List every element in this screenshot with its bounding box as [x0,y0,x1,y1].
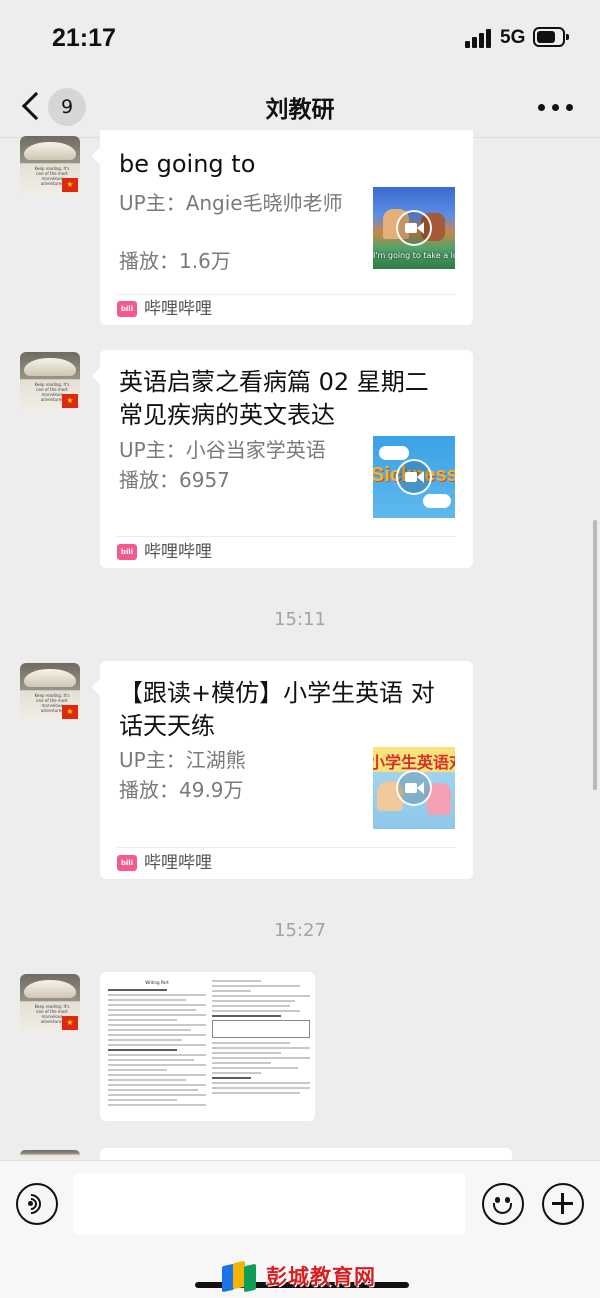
bilibili-icon: bili [117,301,137,317]
video-uploader: UP主：小谷当家学英语 [119,438,326,462]
network-type: 5G [500,27,526,48]
message-input[interactable] [73,1173,465,1235]
document-right-column [212,980,310,1097]
video-plays: 播放：49.9万 [119,778,244,802]
battery-level-fill [537,31,555,43]
video-play-icon [396,770,432,806]
document-heading: Writing Part [145,980,169,985]
video-play-icon [396,210,432,246]
card-divider [117,294,456,295]
sender-avatar[interactable] [20,1150,80,1160]
sender-avatar[interactable]: Keep reading. It's one of the most marve… [20,352,80,412]
watermark-text: 彭城教育网 [266,1265,376,1289]
video-card[interactable]: 英语启蒙之看病篇 02 星期二 常见疾病的英文表达 UP主：小谷当家学英语 播放… [100,350,473,568]
thumbnail-caption: I'm going to take a look [373,251,455,260]
video-plays: 播放：6957 [119,468,230,492]
chat-scrollbar[interactable] [593,520,597,790]
document-left-column: Writing Part [108,980,206,1109]
chat-title: 刘教研 [265,97,335,123]
source-label: 哔哩哔哩 [144,542,212,562]
video-title: 英语启蒙之看病篇 02 星期二 常见疾病的英文表达 [119,368,429,429]
video-play-icon [396,459,432,495]
sender-avatar[interactable]: Keep reading. It's one of the most marve… [20,974,80,1034]
watermark: 彭城教育网 [218,1253,388,1295]
plus-button[interactable] [542,1183,584,1225]
more-options-button[interactable] [538,102,574,114]
input-bar: 彭城教育网 [0,1160,600,1298]
sender-avatar[interactable]: Keep reading. It's one of the most marve… [20,663,80,723]
video-thumbnail: Sickness [373,436,455,518]
sender-avatar[interactable]: Keep reading. It's one of the most marve… [20,136,80,196]
video-uploader: UP主：江湖熊 [119,748,246,772]
flag-icon: ★ [62,394,78,408]
emoji-button[interactable] [482,1183,524,1225]
nav-bar: 9 刘教研 [0,76,600,138]
battery-icon [533,27,569,47]
video-uploader: UP主：Angie毛晓帅老师 [119,191,343,215]
status-bar: 21:17 5G [0,0,600,76]
video-card[interactable]: 【跟读+模仿】小学生英语 对话天天练 UP主：江湖熊 播放：49.9万 小学生英… [100,661,473,879]
flag-icon: ★ [62,705,78,719]
card-divider [117,847,456,848]
bilibili-icon: bili [117,855,137,871]
document-image-message[interactable]: Writing Part [100,972,315,1121]
source-label: 哔哩哔哩 [144,853,212,873]
video-thumbnail: 小学生英语对话 [373,747,455,829]
message-timestamp: 15:11 [274,609,326,630]
message-timestamp: 15:27 [274,920,326,941]
source-label: 哔哩哔哩 [144,299,212,319]
card-divider [117,536,456,537]
voice-button[interactable] [16,1183,58,1225]
video-title: be going to [119,150,256,178]
more-dots-icon [538,104,545,111]
signal-icon [465,28,493,48]
watermark-logo-icon [222,1259,258,1293]
flag-icon: ★ [62,1016,78,1030]
video-plays: 播放：1.6万 [119,249,231,273]
video-card[interactable]: be going to UP主：Angie毛晓帅老师 播放：1.6万 I'm g… [100,130,473,325]
bilibili-icon: bili [117,544,137,560]
video-thumbnail: I'm going to take a look [373,187,455,269]
flag-icon: ★ [62,178,78,192]
status-time: 21:17 [52,24,116,52]
video-title: 【跟读+模仿】小学生英语 对话天天练 [119,679,435,740]
